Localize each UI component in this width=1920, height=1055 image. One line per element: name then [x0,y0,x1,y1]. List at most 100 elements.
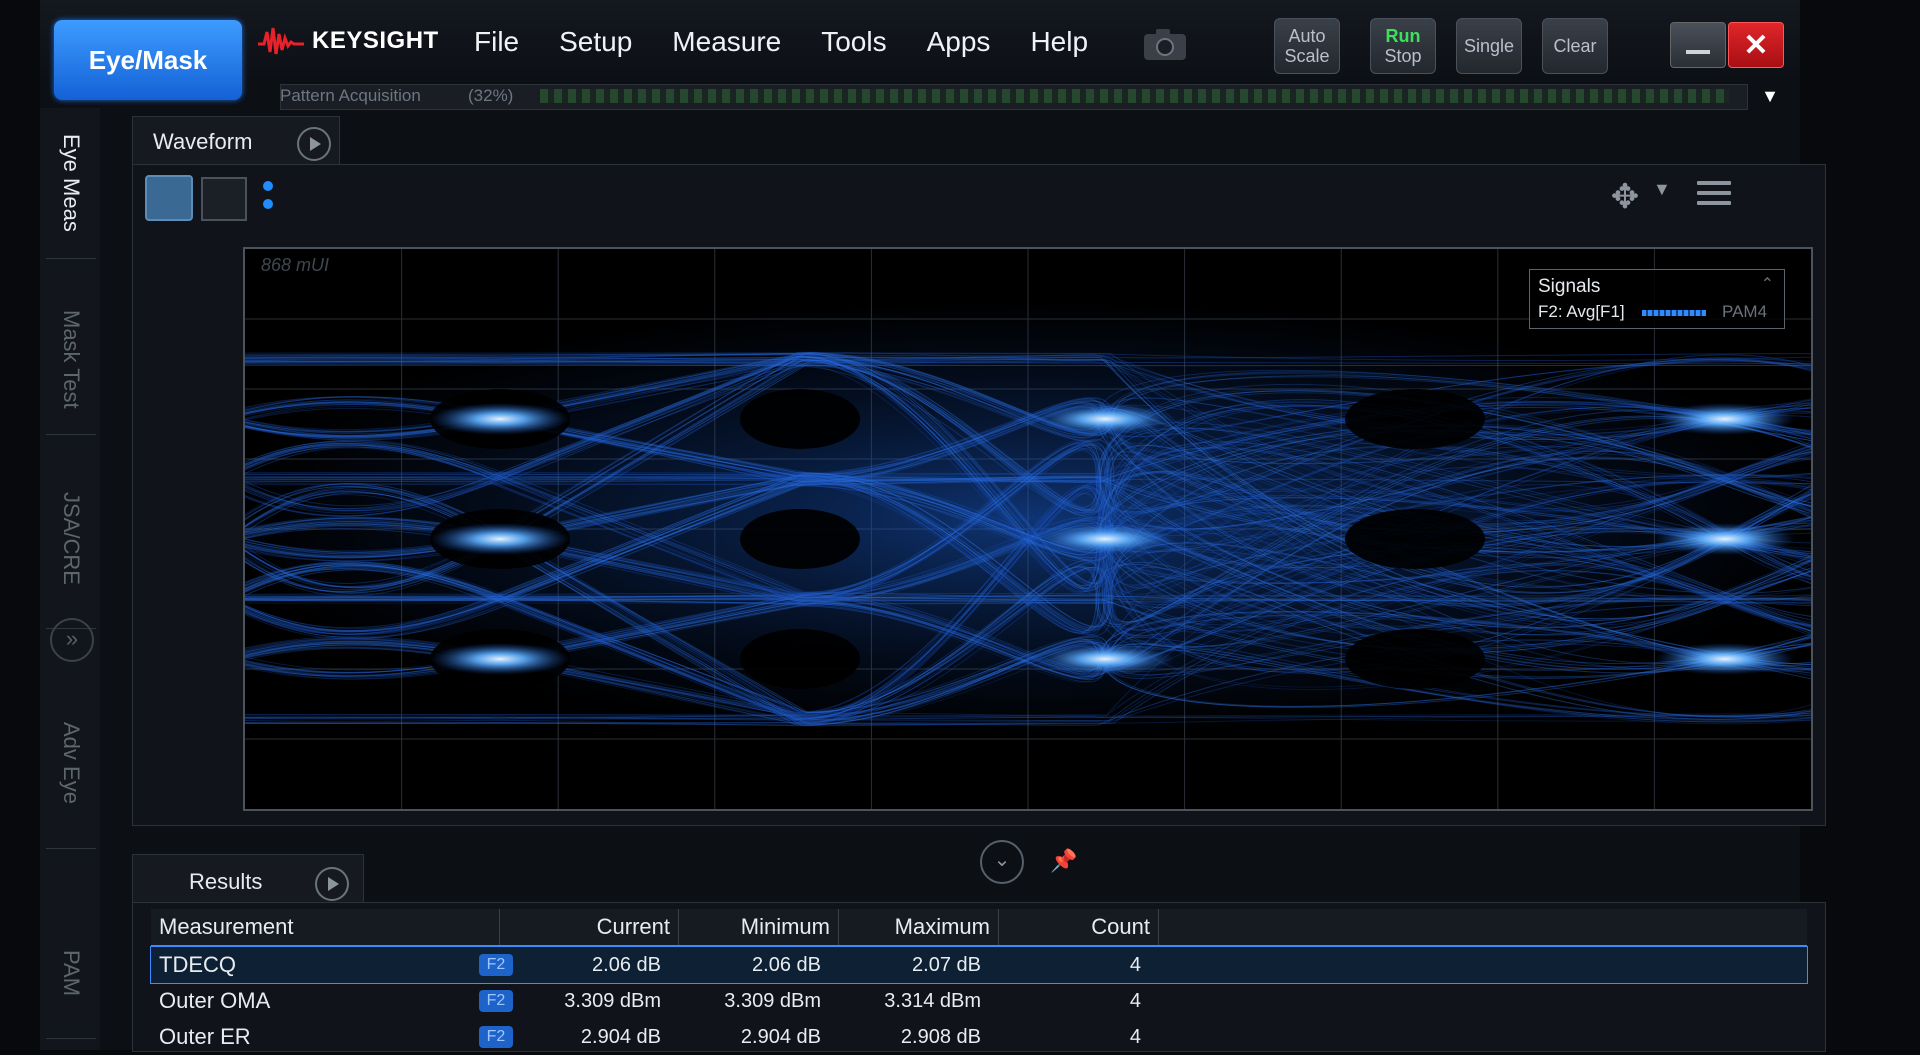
more-dots-icon[interactable] [263,181,273,215]
top-bar: Eye/Mask KEYSIGHT File Setup Measure Too… [40,0,1800,100]
menu-apps[interactable]: Apps [907,26,1011,58]
menu-measure[interactable]: Measure [652,26,801,58]
results-panel: Measurement Current Minimum Maximum Coun… [132,902,1826,1052]
eye-opening [740,389,860,449]
run-stop-button[interactable]: Run Stop [1370,18,1436,74]
source-badge: F2 [479,990,513,1012]
eye-crossing [430,643,570,675]
menu-help[interactable]: Help [1010,26,1108,58]
side-tab-label: Eye Meas [59,134,84,232]
play-icon[interactable] [297,127,331,161]
eye-diagram-plot[interactable]: 868 mUI Signals ⌃ F2: Avg[F1] PAM4 🡇 F2 [243,247,1813,811]
eye-opening [740,509,860,569]
side-tab-label: JSA/CRE [59,491,84,585]
eye-trace [245,364,1811,367]
single-button[interactable]: Single [1456,18,1522,74]
menu-setup[interactable]: Setup [539,26,652,58]
chevron-down-icon[interactable]: ▼ [1752,86,1788,108]
tab-waveform[interactable]: Waveform [132,116,340,167]
eye-mask-mode-button[interactable]: Eye/Mask [54,20,242,100]
source-badge: F2 [479,1026,513,1048]
side-tab-mask-test[interactable]: Mask Test [46,284,96,435]
collapse-results-icon[interactable]: ⌄ [980,840,1024,884]
eye-opening [740,629,860,689]
signal-swatch [1642,310,1706,316]
clear-button[interactable]: Clear [1542,18,1608,74]
side-tab-bar: Eye Meas Mask Test JSA/CRE » Adv Eye PAM [40,108,100,1050]
keysight-logo: KEYSIGHT [258,24,439,58]
eye-crossing [1035,643,1175,675]
maximum-value: 2.07 dB [912,954,981,976]
eye-crossing [1655,523,1795,555]
chevron-down-icon[interactable]: ▼ [1653,179,1671,200]
acquisition-percent: (32%) [468,86,514,105]
col-maximum[interactable]: Maximum [839,909,999,945]
signal-name: F2: Avg[F1] [1538,302,1625,321]
acquisition-progress [540,89,1730,103]
menu-icon[interactable] [1697,181,1731,209]
side-tab-label: Mask Test [59,309,84,409]
pin-icon[interactable]: 📌 [1050,848,1077,874]
double-chevron-icon[interactable]: » [50,618,94,662]
col-current[interactable]: Current [519,909,679,945]
minimum-value: 3.309 dBm [724,990,821,1012]
col-count[interactable]: Count [999,909,1159,945]
results-table: Measurement Current Minimum Maximum Coun… [150,909,1808,1055]
results-tab-label: Results [189,869,263,894]
table-header: Measurement Current Minimum Maximum Coun… [151,909,1807,947]
eye-opening [1345,389,1485,449]
move-arrows-icon[interactable]: ✥ [1603,175,1647,219]
table-row[interactable]: Outer OMA F2 3.309 dBm 3.309 dBm 3.314 d… [151,983,1807,1019]
eye-crossing [1655,403,1795,435]
signals-legend[interactable]: Signals ⌃ F2: Avg[F1] PAM4 [1529,269,1785,329]
auto-scale-label-1: Auto [1288,26,1326,46]
eye-crossing [430,403,570,435]
side-tab-eye-meas[interactable]: Eye Meas [46,108,96,259]
side-tab-label: PAM [59,949,84,997]
side-tab-jsa-cre[interactable]: JSA/CRE [46,448,96,629]
side-tab-adv-eye[interactable]: Adv Eye [46,678,96,849]
col-measurement[interactable]: Measurement [159,909,500,945]
run-label: Run [1385,26,1421,46]
clear-label: Clear [1553,36,1597,56]
minimize-icon [1686,50,1710,54]
split-grid-layout-icon[interactable] [201,177,247,221]
eye-opening [1345,509,1485,569]
camera-icon[interactable] [1140,24,1190,64]
col-minimum[interactable]: Minimum [679,909,839,945]
main-menu: File Setup Measure Tools Apps Help [454,26,1108,58]
menu-tools[interactable]: Tools [801,26,906,58]
table-row[interactable]: TDECQ F2 2.06 dB 2.06 dB 2.07 dB 4 [150,946,1808,984]
auto-scale-button[interactable]: Auto Scale [1274,18,1340,74]
play-icon[interactable] [315,867,349,901]
current-value: 3.309 dBm [564,990,661,1012]
single-grid-layout-icon[interactable] [145,175,193,221]
maximum-value: 3.314 dBm [884,990,981,1012]
eye-opening [1345,629,1485,689]
minimum-value: 2.06 dB [752,954,821,976]
side-tab-label: Adv Eye [59,722,84,804]
brand-name: KEYSIGHT [312,27,439,54]
auto-scale-label-2: Scale [1284,46,1330,66]
eye-crossing [430,523,570,555]
minimize-button[interactable] [1670,22,1726,68]
close-button[interactable]: ✕ [1728,22,1784,68]
close-icon: ✕ [1743,28,1769,62]
eye-crossing [1035,403,1175,435]
waveform-tab-label: Waveform [153,129,253,154]
tab-results[interactable]: Results [132,854,364,905]
menu-file[interactable]: File [454,26,539,58]
signal-type: PAM4 [1722,302,1768,321]
eye-crossing [1035,523,1175,555]
count-value: 4 [1129,954,1141,976]
oscilloscope-screen: Eye/Mask KEYSIGHT File Setup Measure Too… [40,0,1826,1052]
measurement-name: TDECQ [159,952,236,977]
current-value: 2.06 dB [592,954,661,976]
collapse-caret-icon[interactable]: ⌃ [1761,274,1774,294]
eye-crossing [1655,643,1795,675]
source-badge: F2 [479,954,513,976]
acquisition-label: Pattern Acquisition [280,86,421,105]
keysight-wave-icon [258,27,304,55]
stop-label: Stop [1384,46,1422,66]
side-tab-pam[interactable]: PAM [46,908,96,1039]
